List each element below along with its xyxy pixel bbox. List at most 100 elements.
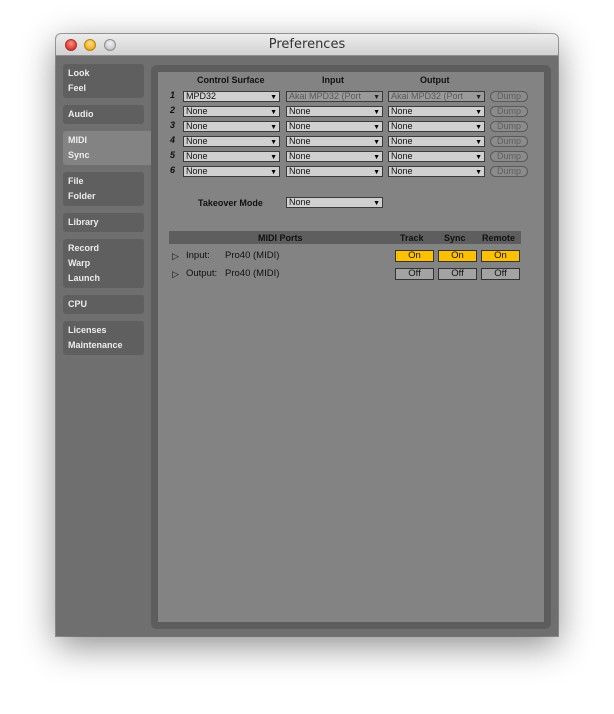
preferences-content: Control Surface Input Output 1 MPD32 ▼ Ak… (151, 65, 551, 629)
dropdown-arrow-icon: ▼ (270, 124, 277, 131)
control-surface-header: Control Surface (197, 75, 265, 85)
port-direction: Input: (186, 250, 210, 261)
tab-midi-sync[interactable]: MIDI Sync (63, 131, 158, 165)
tab-label: File (68, 176, 84, 186)
dropdown-arrow-icon: ▼ (373, 154, 380, 161)
midi-output-select[interactable]: Akai MPD32 (Port ▼ (388, 91, 485, 102)
dropdown-arrow-icon: ▼ (373, 200, 380, 207)
row-number: 6 (170, 165, 176, 175)
takeover-mode-label: Takeover Mode (198, 198, 263, 208)
select-value: None (289, 121, 311, 131)
dropdown-arrow-icon: ▼ (475, 109, 482, 116)
midi-output-select[interactable]: None ▼ (388, 121, 485, 132)
output-sync-toggle[interactable]: Off (438, 268, 477, 280)
input-track-toggle[interactable]: On (395, 250, 434, 262)
track-column-header: Track (400, 233, 424, 243)
disclosure-triangle-icon[interactable]: ▷ (172, 269, 179, 280)
dropdown-arrow-icon: ▼ (373, 139, 380, 146)
select-value: None (391, 106, 413, 116)
select-value: None (289, 197, 311, 207)
tab-label: Library (68, 217, 99, 227)
dropdown-arrow-icon: ▼ (270, 154, 277, 161)
dump-button[interactable]: Dump (490, 106, 528, 117)
row-number: 5 (170, 150, 176, 160)
midi-output-select[interactable]: None ▼ (388, 166, 485, 177)
row-number: 1 (170, 90, 176, 100)
select-value: Akai MPD32 (Port (289, 91, 362, 101)
control-surface-select[interactable]: None ▼ (183, 136, 280, 147)
select-value: None (186, 106, 208, 116)
dropdown-arrow-icon: ▼ (270, 94, 277, 101)
output-track-toggle[interactable]: Off (395, 268, 434, 280)
midi-input-select[interactable]: None ▼ (286, 151, 383, 162)
tab-label: Warp (68, 258, 91, 268)
output-header: Output (420, 75, 450, 85)
midi-input-select[interactable]: None ▼ (286, 106, 383, 117)
dump-button[interactable]: Dump (490, 166, 528, 177)
select-value: None (186, 121, 208, 131)
dropdown-arrow-icon: ▼ (373, 109, 380, 116)
tab-licenses-maintenance[interactable]: Licenses Maintenance (63, 321, 144, 355)
select-value: MPD32 (186, 91, 217, 101)
midi-input-select[interactable]: Akai MPD32 (Port ▼ (286, 91, 383, 102)
select-value: None (289, 166, 311, 176)
control-surface-select[interactable]: MPD32 ▼ (183, 91, 280, 102)
select-value: None (186, 166, 208, 176)
midi-input-select[interactable]: None ▼ (286, 121, 383, 132)
select-value: None (289, 151, 311, 161)
select-value: None (289, 106, 311, 116)
tab-file-folder[interactable]: File Folder (63, 172, 144, 206)
midi-ports-header: MIDI Ports Track Sync Remote (169, 231, 521, 244)
dropdown-arrow-icon: ▼ (373, 94, 380, 101)
port-name: Pro40 (MIDI) (225, 268, 280, 279)
tab-label: Feel (68, 83, 87, 93)
control-surface-select[interactable]: None ▼ (183, 106, 280, 117)
tab-library[interactable]: Library (63, 213, 144, 232)
midi-input-select[interactable]: None ▼ (286, 136, 383, 147)
output-remote-toggle[interactable]: Off (481, 268, 520, 280)
control-surface-select[interactable]: None ▼ (183, 166, 280, 177)
takeover-mode-select[interactable]: None ▼ (286, 197, 383, 208)
preferences-sidebar: Look Feel Audio MIDI Sync File Folder Li… (56, 56, 158, 636)
tab-label: Look (68, 68, 90, 78)
dropdown-arrow-icon: ▼ (475, 124, 482, 131)
select-value: Akai MPD32 (Port (391, 91, 464, 101)
tab-cpu[interactable]: CPU (63, 295, 144, 314)
tab-label: MIDI (68, 135, 87, 145)
midi-output-select[interactable]: None ▼ (388, 136, 485, 147)
row-number: 2 (170, 105, 176, 115)
tab-label: Sync (68, 150, 90, 160)
tab-record-warp-launch[interactable]: Record Warp Launch (63, 239, 144, 288)
dropdown-arrow-icon: ▼ (475, 139, 482, 146)
select-value: None (391, 166, 413, 176)
midi-input-select[interactable]: None ▼ (286, 166, 383, 177)
dropdown-arrow-icon: ▼ (270, 169, 277, 176)
disclosure-triangle-icon[interactable]: ▷ (172, 251, 179, 262)
select-value: None (391, 151, 413, 161)
input-sync-toggle[interactable]: On (438, 250, 477, 262)
input-remote-toggle[interactable]: On (481, 250, 520, 262)
tab-label: Launch (68, 273, 101, 283)
midi-ports-title: MIDI Ports (258, 233, 303, 243)
dropdown-arrow-icon: ▼ (475, 169, 482, 176)
dump-button[interactable]: Dump (490, 136, 528, 147)
input-header: Input (322, 75, 344, 85)
remote-column-header: Remote (482, 233, 516, 243)
midi-output-select[interactable]: None ▼ (388, 151, 485, 162)
dump-button[interactable]: Dump (490, 121, 528, 132)
midi-output-select[interactable]: None ▼ (388, 106, 485, 117)
sync-column-header: Sync (444, 233, 466, 243)
tab-look-feel[interactable]: Look Feel (63, 64, 144, 98)
control-surface-select[interactable]: None ▼ (183, 121, 280, 132)
control-surface-select[interactable]: None ▼ (183, 151, 280, 162)
dump-button[interactable]: Dump (490, 151, 528, 162)
dropdown-arrow-icon: ▼ (475, 154, 482, 161)
dump-button[interactable]: Dump (490, 91, 528, 102)
dropdown-arrow-icon: ▼ (373, 169, 380, 176)
tab-label: Maintenance (68, 340, 123, 350)
tab-label: Licenses (68, 325, 107, 335)
dropdown-arrow-icon: ▼ (270, 139, 277, 146)
tab-audio[interactable]: Audio (63, 105, 144, 124)
tab-label: Folder (68, 191, 96, 201)
tab-label: CPU (68, 299, 88, 309)
